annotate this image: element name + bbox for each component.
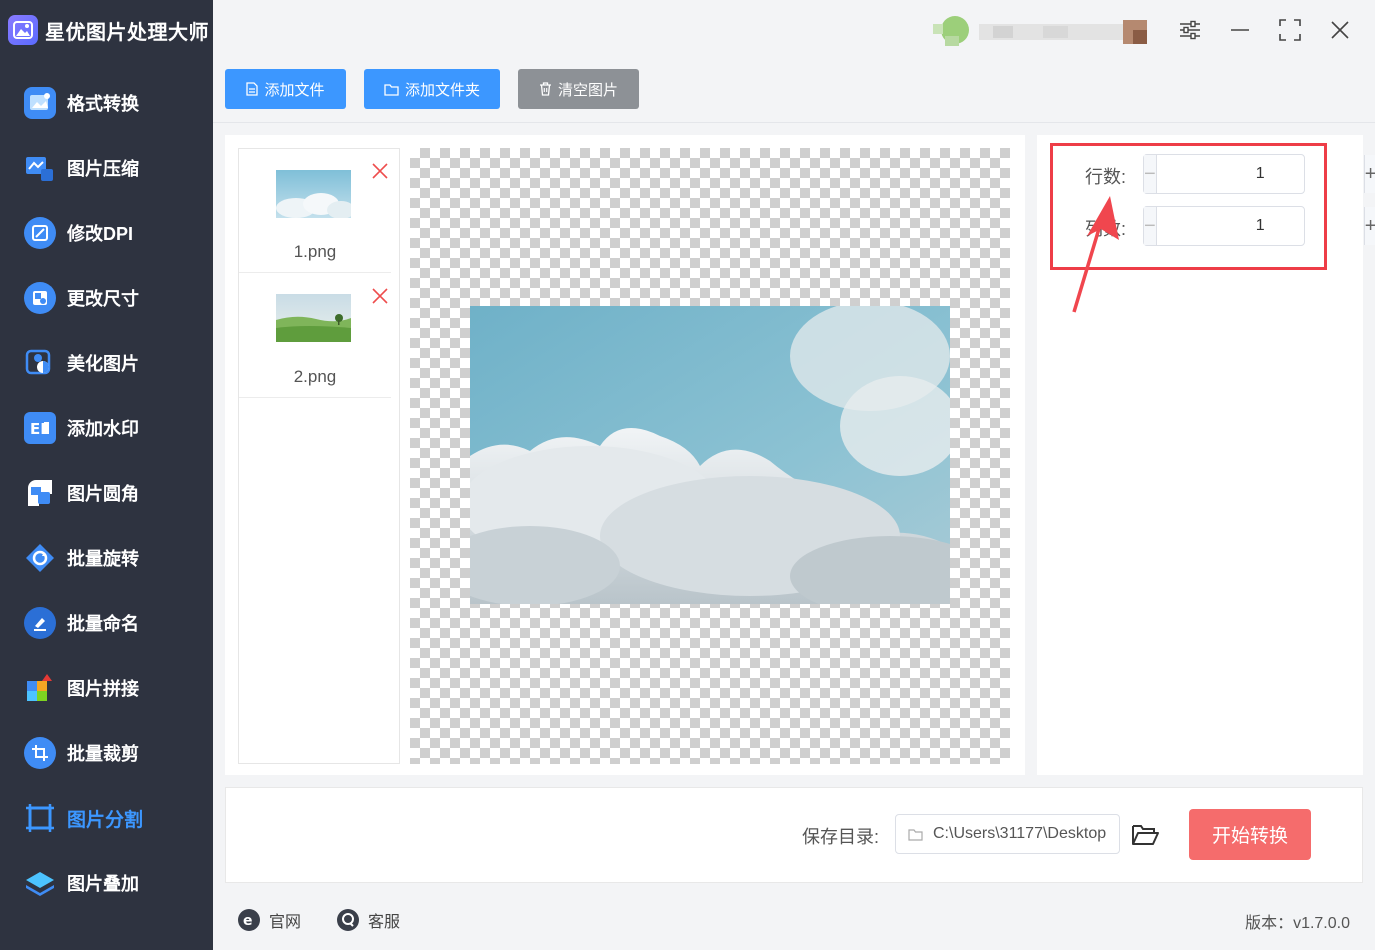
sidebar-item-round-corner[interactable]: 图片圆角 — [24, 473, 204, 513]
round-corner-icon — [24, 477, 56, 509]
sidebar-item-compress[interactable]: 图片压缩 — [24, 148, 204, 188]
file-list-item[interactable]: 2.png — [239, 274, 391, 398]
add-file-label: 添加文件 — [264, 81, 325, 99]
sidebar-item-beautify[interactable]: 美化图片 — [24, 343, 204, 383]
support-link[interactable]: 客服 — [336, 906, 400, 934]
compress-icon — [24, 152, 56, 184]
layers-icon — [24, 867, 56, 899]
app-logo-icon — [8, 15, 38, 45]
sidebar: 星优图片处理大师 格式转换 图片压缩 修改DPI 更改尺寸 美化图片 EI 添加… — [0, 0, 213, 950]
toolbar-divider — [213, 122, 1375, 123]
sidebar-item-format-convert[interactable]: 格式转换 — [24, 83, 204, 123]
website-label: 官网 — [269, 914, 302, 931]
cols-decrement-button[interactable]: − — [1144, 207, 1157, 245]
folder-icon — [908, 828, 923, 841]
add-folder-button[interactable]: 添加文件夹 — [364, 69, 500, 109]
sidebar-item-rename[interactable]: 批量命名 — [24, 603, 204, 643]
sidebar-item-label: 修改DPI — [67, 224, 134, 244]
sidebar-item-label: 图片圆角 — [67, 484, 139, 504]
rows-stepper: − + — [1143, 154, 1375, 194]
cols-stepper: − + — [1143, 206, 1375, 246]
sidebar-item-rotate[interactable]: 批量旋转 — [24, 538, 204, 578]
clear-images-label: 清空图片 — [557, 81, 618, 99]
add-folder-label: 添加文件夹 — [404, 81, 480, 99]
watermark-icon: EI — [24, 412, 56, 444]
sidebar-item-label: 添加水印 — [67, 419, 139, 439]
remove-file-icon[interactable] — [371, 287, 389, 305]
save-directory-input[interactable]: C:\Users\31177\Desktop — [895, 814, 1120, 854]
dpi-icon — [24, 217, 56, 249]
rotate-icon — [24, 542, 56, 574]
app-title-text: 星优图片处理大师 — [45, 21, 209, 44]
file-icon — [246, 82, 259, 96]
sidebar-item-label: 图片压缩 — [67, 159, 139, 179]
cols-label: 列数: — [1085, 219, 1127, 239]
file-thumbnail — [276, 170, 351, 218]
sidebar-item-split[interactable]: 图片分割 — [24, 798, 204, 838]
sidebar-item-label: 图片分割 — [67, 809, 144, 831]
sidebar-item-resize[interactable]: 更改尺寸 — [24, 278, 204, 318]
file-name: 2.png — [293, 367, 337, 386]
preview-image — [470, 306, 950, 604]
file-thumbnail — [276, 294, 351, 342]
rows-input[interactable] — [1156, 155, 1364, 193]
sidebar-item-label: 图片叠加 — [67, 874, 139, 894]
sidebar-item-label: 批量裁剪 — [67, 744, 139, 764]
maximize-icon[interactable] — [1274, 14, 1306, 46]
browser-e-icon: e — [238, 909, 260, 931]
remove-file-icon[interactable] — [371, 162, 389, 180]
start-convert-button[interactable]: 开始转换 — [1189, 809, 1311, 860]
sidebar-item-puzzle[interactable]: 图片拼接 — [24, 668, 204, 708]
minimize-icon[interactable] — [1224, 14, 1256, 46]
save-path-text: C:\Users\31177\Desktop — [933, 825, 1107, 842]
sidebar-item-label: 美化图片 — [67, 354, 139, 374]
version-text: 版本：v1.7.0.0 — [1245, 915, 1350, 932]
save-directory-label: 保存目录: — [802, 827, 880, 847]
sidebar-item-dpi[interactable]: 修改DPI — [24, 213, 204, 253]
sidebar-item-label: 更改尺寸 — [67, 289, 139, 309]
beautify-icon — [24, 347, 56, 379]
file-name: 1.png — [293, 242, 337, 261]
file-list-item[interactable]: 1.png — [239, 149, 391, 273]
resize-icon — [24, 282, 56, 314]
puzzle-icon — [24, 672, 56, 704]
sidebar-item-crop[interactable]: 批量裁剪 — [24, 733, 204, 773]
sidebar-item-label: 格式转换 — [67, 94, 139, 114]
svg-text:e: e — [243, 913, 253, 929]
svg-text:EI: EI — [30, 420, 46, 437]
rows-decrement-button[interactable]: − — [1144, 155, 1157, 193]
sidebar-item-layers[interactable]: 图片叠加 — [24, 863, 204, 903]
support-label: 客服 — [368, 914, 401, 931]
image-preview — [410, 148, 1010, 764]
website-link[interactable]: e 官网 — [237, 906, 301, 934]
sidebar-item-label: 批量命名 — [67, 614, 139, 634]
sidebar-item-watermark[interactable]: EI 添加水印 — [24, 408, 204, 448]
app-title: 星优图片处理大师 — [8, 12, 209, 48]
chat-icon — [337, 909, 359, 931]
file-list: 1.png 2.png — [238, 148, 400, 764]
rows-increment-button[interactable]: + — [1363, 155, 1375, 193]
user-account-area[interactable] — [933, 14, 1158, 50]
crop-icon — [24, 737, 56, 769]
settings-sliders-icon[interactable] — [1174, 14, 1206, 46]
browse-folder-icon[interactable] — [1130, 821, 1160, 849]
split-icon — [24, 802, 56, 834]
add-file-button[interactable]: 添加文件 — [225, 69, 346, 109]
cols-input[interactable] — [1156, 207, 1364, 245]
sidebar-item-label: 图片拼接 — [67, 679, 139, 699]
image-convert-icon — [24, 87, 56, 119]
rename-icon — [24, 607, 56, 639]
clear-images-button[interactable]: 清空图片 — [518, 69, 639, 109]
folder-icon — [384, 83, 399, 96]
rows-label: 行数: — [1085, 167, 1127, 187]
trash-icon — [539, 82, 552, 96]
close-icon[interactable] — [1324, 14, 1356, 46]
cols-increment-button[interactable]: + — [1363, 207, 1375, 245]
sidebar-item-label: 批量旋转 — [67, 549, 139, 569]
